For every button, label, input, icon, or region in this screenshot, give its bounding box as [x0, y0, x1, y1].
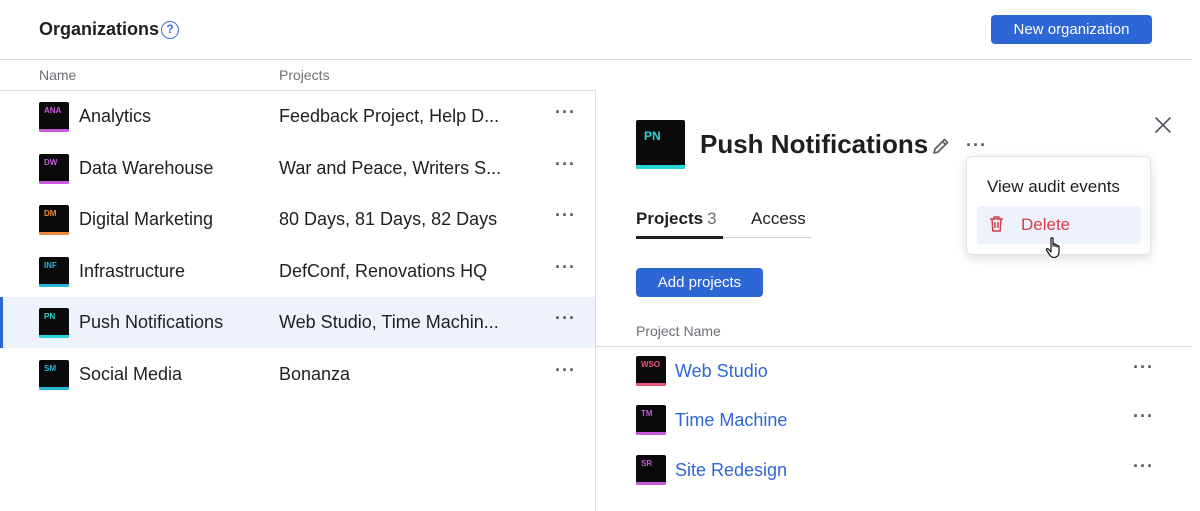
- more-horizontal-icon[interactable]: ···: [966, 136, 987, 154]
- add-projects-button[interactable]: Add projects: [636, 268, 763, 297]
- more-horizontal-icon[interactable]: ···: [555, 103, 576, 121]
- organization-avatar: ANA: [39, 102, 69, 132]
- project-row: TM Time Machine ···: [596, 396, 1192, 445]
- organization-projects: 80 Days, 81 Days, 82 Days: [279, 209, 498, 229]
- organization-row[interactable]: DW Data Warehouse War and Peace, Writers S…: [0, 143, 596, 194]
- more-horizontal-icon[interactable]: ···: [555, 361, 576, 379]
- menu-item-view-audit-events[interactable]: View audit events: [977, 167, 1141, 205]
- more-horizontal-icon[interactable]: ···: [1133, 457, 1154, 475]
- organization-avatar-initials: PN: [644, 129, 661, 143]
- more-horizontal-icon[interactable]: ···: [1133, 358, 1154, 376]
- organization-avatar-initials: DW: [44, 158, 58, 167]
- new-organization-button[interactable]: New organization: [991, 15, 1152, 44]
- hand-cursor-icon: [1045, 237, 1060, 259]
- organization-avatar-initials: DM: [44, 209, 57, 218]
- column-header-name: Name: [39, 67, 77, 83]
- organization-avatar: PN: [39, 308, 69, 338]
- organization-projects: Feedback Project, Help D...: [279, 106, 500, 126]
- organization-avatar: SM: [39, 360, 69, 390]
- organization-avatar: DM: [39, 205, 69, 235]
- close-icon[interactable]: [1154, 116, 1172, 134]
- organization-name: Push Notifications: [79, 312, 224, 332]
- more-horizontal-icon[interactable]: ···: [1133, 407, 1154, 425]
- organization-avatar-initials: ANA: [44, 106, 62, 115]
- organization-row[interactable]: ANA Analytics Feedback Project, Help D... ·…: [0, 91, 596, 142]
- organization-avatar-initials: SM: [44, 364, 56, 373]
- organization-avatar-initials: INF: [44, 261, 57, 270]
- organization-avatar: INF: [39, 257, 69, 287]
- column-header-project-name: Project Name: [636, 323, 721, 339]
- pencil-icon[interactable]: [930, 135, 952, 157]
- organization-row[interactable]: PN Push Notifications Web Studio, Time Mac…: [0, 297, 596, 348]
- page-title: Organizations: [39, 19, 160, 39]
- organization-row[interactable]: DM Digital Marketing 80 Days, 81 Days, 82 …: [0, 194, 596, 245]
- organization-projects: Web Studio, Time Machin...: [279, 312, 499, 332]
- organization-avatar-initials: PN: [44, 312, 56, 321]
- organization-name: Data Warehouse: [79, 158, 214, 178]
- project-link[interactable]: Site Redesign: [675, 460, 787, 481]
- organization-avatar: DW: [39, 154, 69, 184]
- tab-projects-label: Projects: [636, 209, 704, 228]
- project-avatar: WSO: [636, 356, 666, 386]
- project-row: WSO Web Studio ···: [596, 347, 1192, 396]
- organization-projects: DefConf, Renovations HQ: [279, 261, 488, 281]
- organization-name: Digital Marketing: [79, 209, 214, 229]
- menu-item-label: View audit events: [987, 177, 1120, 196]
- trash-icon: [990, 216, 1003, 232]
- tab-projects[interactable]: Projects 3: [636, 209, 717, 229]
- column-header-projects: Projects: [279, 67, 330, 83]
- project-link[interactable]: Web Studio: [675, 361, 768, 382]
- project-link[interactable]: Time Machine: [675, 410, 787, 431]
- organization-title: Push Notifications: [700, 129, 929, 159]
- organization-name: Analytics: [79, 106, 152, 126]
- organization-name: Infrastructure: [79, 261, 186, 281]
- organization-name: Social Media: [79, 364, 183, 384]
- project-avatar: TM: [636, 405, 666, 435]
- tab-access[interactable]: Access: [751, 209, 806, 229]
- project-avatar-initials: SR: [641, 459, 653, 468]
- more-horizontal-icon[interactable]: ···: [555, 155, 576, 173]
- organization-avatar: PN: [636, 120, 685, 169]
- menu-item-label: Delete: [1021, 215, 1071, 234]
- more-horizontal-icon[interactable]: ···: [555, 309, 576, 327]
- organization-projects: Bonanza: [279, 364, 351, 384]
- project-avatar-initials: TM: [641, 409, 653, 418]
- help-circle-icon[interactable]: ?: [161, 21, 179, 39]
- organization-projects: War and Peace, Writers S...: [279, 158, 502, 178]
- page-header: Organizations ? New organization: [0, 0, 1192, 60]
- project-avatar: SR: [636, 455, 666, 485]
- active-tab-indicator: [636, 236, 723, 239]
- project-row: SR Site Redesign ···: [596, 446, 1192, 495]
- organization-row[interactable]: SM Social Media Bonanza ···: [0, 349, 596, 400]
- project-avatar-initials: WSO: [641, 360, 661, 369]
- more-horizontal-icon[interactable]: ···: [555, 206, 576, 224]
- more-horizontal-icon[interactable]: ···: [555, 258, 576, 276]
- organization-row[interactable]: INF Infrastructure DefConf, Renovations HQ…: [0, 246, 596, 297]
- tab-projects-count: 3: [707, 209, 717, 228]
